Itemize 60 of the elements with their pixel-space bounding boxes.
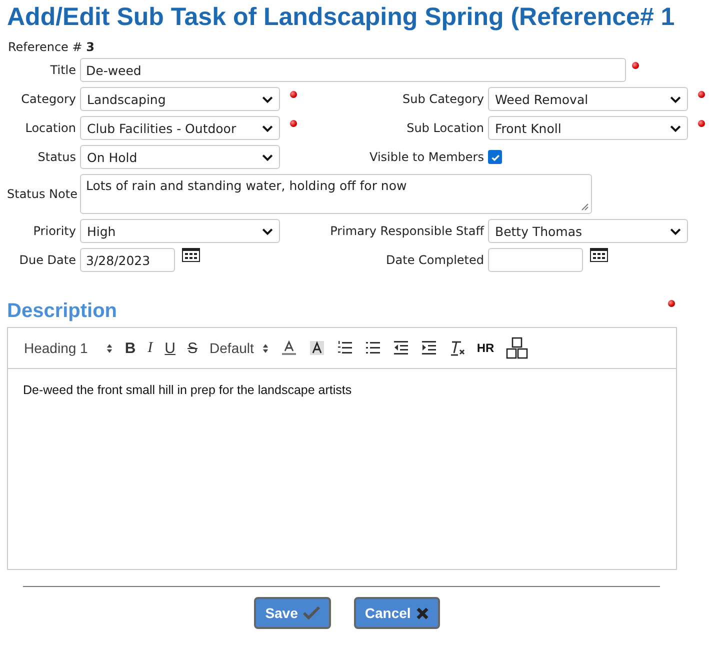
font-color-icon[interactable]	[280, 340, 297, 356]
reference-value: 3	[86, 40, 94, 54]
numbered-list-icon[interactable]	[336, 340, 353, 356]
up-down-arrows-icon	[106, 342, 113, 354]
select-field[interactable]: Betty Thomas	[488, 219, 688, 243]
select-field[interactable]: On Hold	[80, 145, 280, 169]
italic-button[interactable]: I	[148, 340, 153, 356]
chevron-icon	[262, 96, 273, 102]
chevron-icon	[262, 228, 273, 234]
clear-format-icon[interactable]	[448, 340, 465, 356]
underline-button[interactable]: U	[164, 340, 176, 356]
chevron-icon	[670, 96, 681, 102]
outdent-icon[interactable]	[392, 340, 409, 356]
date-field[interactable]	[488, 248, 583, 272]
toolbar-dropdown[interactable]: Heading 1	[24, 340, 113, 356]
field-label: Title	[49, 63, 76, 77]
field-label: Visible to Members	[368, 150, 484, 164]
text-field[interactable]: De-weed	[80, 58, 626, 82]
select-field[interactable]: Club Facilities - Outdoor	[80, 116, 280, 140]
chevron-icon	[670, 124, 681, 132]
resize-grip-icon[interactable]	[581, 203, 589, 211]
checkmark-icon	[302, 606, 320, 620]
chevron-icon	[262, 124, 273, 132]
textarea-field[interactable]: Lots of rain and standing water, holding off for now	[80, 174, 592, 214]
checkbox[interactable]	[488, 150, 502, 164]
field-label: Date Completed	[385, 253, 484, 267]
field-label: Due Date	[18, 253, 76, 267]
select-field[interactable]: Front Knoll	[488, 116, 688, 140]
field-label: Location	[24, 121, 76, 135]
calendar-icon[interactable]	[590, 248, 608, 262]
select-field[interactable]: High	[80, 219, 280, 243]
toolbar-dropdown[interactable]: Default	[210, 340, 269, 356]
field-label: Status	[36, 150, 76, 164]
select-field[interactable]: Landscaping	[80, 87, 280, 111]
strikethrough-button[interactable]: S	[188, 340, 198, 356]
cancel-button[interactable]: Cancel	[354, 597, 440, 629]
date-field[interactable]: 3/28/2023	[80, 248, 175, 272]
save-button[interactable]: Save	[254, 597, 331, 629]
field-label: Category	[20, 92, 76, 106]
editor-text: De-weed the front small hill in prep for the landscape artists	[22, 382, 353, 399]
horizontal-rule-button[interactable]: HR	[476, 341, 494, 355]
chevron-icon	[670, 228, 681, 234]
field-label: Status Note	[7, 187, 76, 201]
close-icon	[416, 606, 429, 620]
field-label: Primary Responsible Staff	[329, 224, 484, 238]
page-title: Add/Edit Sub Task of Landscaping Spring (Reference# 1	[7, 3, 676, 32]
field-label: Sub Location	[406, 121, 484, 135]
chevron-icon	[262, 154, 273, 160]
highlight-icon[interactable]	[308, 340, 325, 356]
up-down-arrows-icon	[262, 342, 269, 354]
blocks-icon[interactable]	[506, 337, 528, 359]
bold-button[interactable]: B	[124, 340, 136, 356]
reference-label: Reference #	[8, 40, 82, 54]
bulleted-list-icon[interactable]	[364, 340, 381, 356]
select-field[interactable]: Weed Removal	[488, 87, 688, 111]
section-heading: Description	[7, 300, 118, 323]
field-label: Priority	[32, 224, 76, 238]
indent-icon[interactable]	[420, 340, 437, 356]
field-label: Sub Category	[402, 92, 484, 106]
calendar-icon[interactable]	[182, 248, 200, 262]
